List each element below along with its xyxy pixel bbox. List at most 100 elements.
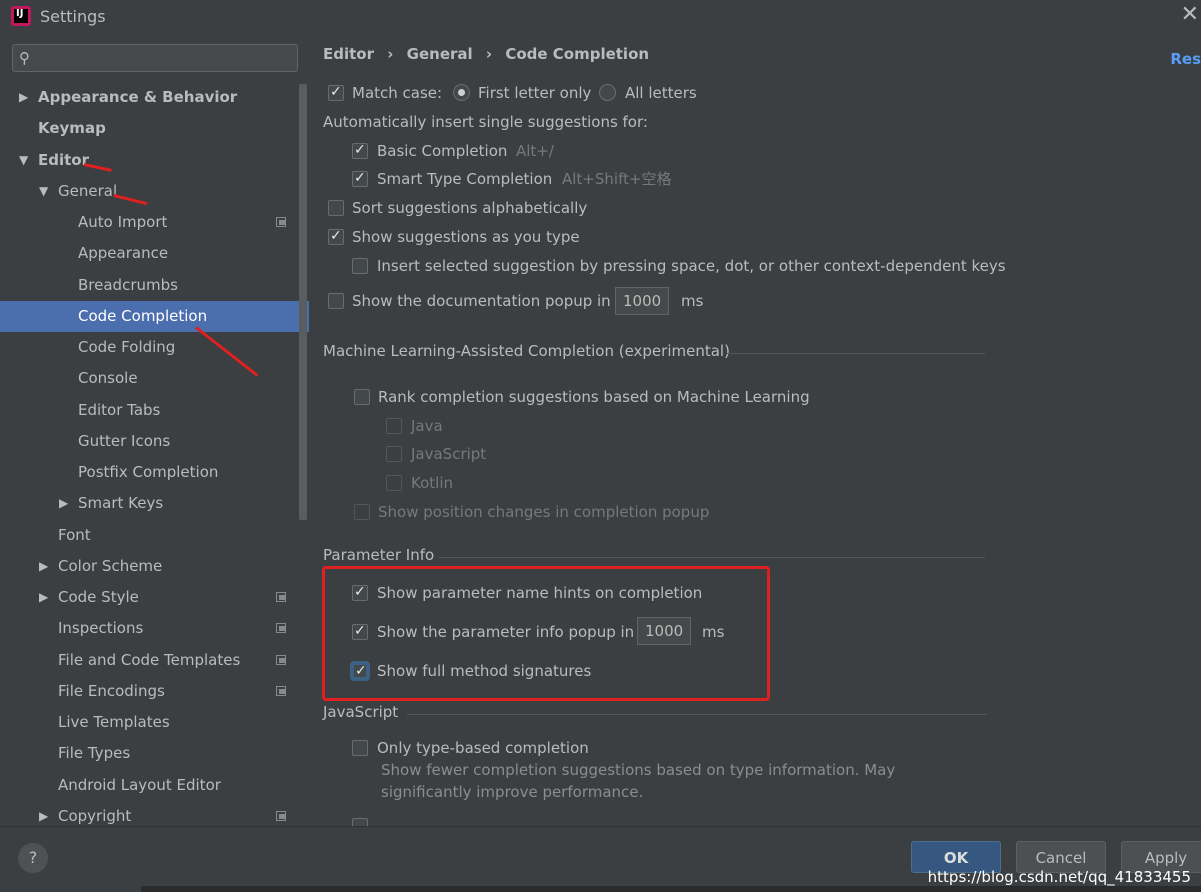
- sidebar-item-auto-import[interactable]: Auto Import: [0, 207, 309, 238]
- all-letters-label: All letters: [625, 84, 697, 102]
- project-scope-icon: [276, 655, 286, 665]
- insert-selected-label: Insert selected suggestion by pressing s…: [377, 257, 1006, 275]
- match-case-row: Match case: First letter only All letter…: [328, 81, 748, 104]
- sidebar-item-code-folding[interactable]: Code Folding: [0, 332, 309, 363]
- auto-insert-header: Automatically insert single suggestions …: [323, 113, 648, 131]
- ml-javascript-row: JavaScript: [386, 443, 586, 465]
- sort-alpha-label: Sort suggestions alphabetically: [352, 199, 588, 217]
- breadcrumb-general[interactable]: General: [407, 45, 473, 63]
- sidebar-item-inspections[interactable]: Inspections: [0, 613, 309, 644]
- dialog-footer: ? OK Cancel Apply https://blog.csdn.net/…: [0, 826, 1201, 892]
- doc-popup-checkbox[interactable]: [328, 293, 344, 309]
- shortcut-text: Alt+Shift+空格: [562, 170, 672, 188]
- expand-arrow-icon[interactable]: ▶: [59, 488, 68, 519]
- ml-kotlin-checkbox[interactable]: [386, 475, 402, 491]
- smart-type-row: Smart Type Completion Alt+Shift+空格: [352, 167, 752, 190]
- project-scope-icon: [276, 592, 286, 602]
- ml-section-title: Machine Learning-Assisted Completion (ex…: [323, 342, 730, 360]
- close-icon[interactable]: ✕: [1181, 2, 1199, 27]
- ml-rank-label: Rank completion suggestions based on Mac…: [378, 388, 810, 406]
- ml-java-label: Java: [411, 417, 443, 435]
- match-case-label: Match case:: [352, 84, 443, 102]
- doc-popup-delay-input[interactable]: 1000: [615, 287, 669, 315]
- collapse-arrow-icon[interactable]: ▼: [19, 145, 28, 176]
- basic-completion-label: Basic Completion: [377, 142, 508, 160]
- sidebar-item-console[interactable]: Console: [0, 363, 309, 394]
- sidebar-item-editor-tabs[interactable]: Editor Tabs: [0, 395, 309, 426]
- sidebar-item-live-templates[interactable]: Live Templates: [0, 707, 309, 738]
- sort-alpha-checkbox[interactable]: [328, 200, 344, 216]
- help-button[interactable]: ?: [18, 843, 48, 873]
- first-letter-label: First letter only: [478, 84, 592, 102]
- js-section-title: JavaScript: [323, 703, 399, 721]
- sidebar-item-file-code-templates[interactable]: File and Code Templates: [0, 645, 309, 676]
- ml-javascript-checkbox[interactable]: [386, 446, 402, 462]
- basic-completion-row: Basic Completion Alt+/: [352, 139, 752, 162]
- ml-rank-row: Rank completion suggestions based on Mac…: [354, 386, 834, 408]
- ml-position-checkbox[interactable]: [354, 504, 370, 520]
- sidebar-item-keymap[interactable]: Keymap: [0, 113, 309, 144]
- type-based-checkbox[interactable]: [352, 740, 368, 756]
- watermark-text: https://blog.csdn.net/qq_41833455: [927, 868, 1191, 886]
- expand-arrow-icon[interactable]: ▶: [39, 582, 48, 613]
- type-based-description-line2: significantly improve performance.: [381, 783, 644, 801]
- divider: [439, 557, 985, 558]
- ml-kotlin-row: Kotlin: [386, 472, 586, 494]
- project-scope-icon: [276, 217, 286, 227]
- match-case-checkbox[interactable]: [328, 81, 344, 103]
- sidebar-item-font[interactable]: Font: [0, 520, 309, 551]
- ml-kotlin-label: Kotlin: [411, 474, 453, 492]
- show-as-you-type-checkbox[interactable]: [328, 225, 344, 247]
- ms-label: ms: [681, 292, 704, 310]
- ml-rank-checkbox[interactable]: [354, 389, 370, 405]
- reset-link[interactable]: Res: [1170, 50, 1201, 68]
- sidebar-item-gutter-icons[interactable]: Gutter Icons: [0, 426, 309, 457]
- sidebar-item-code-completion[interactable]: Code Completion: [0, 301, 309, 332]
- intellij-logo-icon: IJ: [11, 6, 31, 26]
- sidebar-item-color-scheme[interactable]: ▶ Color Scheme: [0, 551, 309, 582]
- param-section-title: Parameter Info: [323, 546, 435, 564]
- ml-position-row: Show position changes in completion popu…: [354, 501, 774, 523]
- doc-popup-label: Show the documentation popup in: [352, 292, 611, 310]
- divider: [727, 353, 985, 354]
- sidebar-item-appearance[interactable]: Appearance: [0, 238, 309, 269]
- sidebar-item-postfix-completion[interactable]: Postfix Completion: [0, 457, 309, 488]
- show-as-you-type-label: Show suggestions as you type: [352, 228, 580, 246]
- breadcrumb-editor[interactable]: Editor: [323, 45, 374, 63]
- project-scope-icon: [276, 623, 286, 633]
- annotation-highlight-box: [322, 566, 770, 701]
- sort-alpha-row: Sort suggestions alphabetically: [328, 197, 728, 219]
- all-letters-radio[interactable]: [599, 84, 616, 101]
- project-scope-icon: [276, 811, 286, 821]
- smart-type-label: Smart Type Completion: [377, 170, 553, 188]
- sidebar-item-appearance-behavior[interactable]: ▶ Appearance & Behavior: [0, 82, 309, 113]
- breadcrumb-sep: ›: [485, 45, 493, 63]
- sidebar-item-breadcrumbs[interactable]: Breadcrumbs: [0, 270, 309, 301]
- project-scope-icon: [276, 686, 286, 696]
- breadcrumb-code-completion: Code Completion: [505, 45, 650, 63]
- insert-selected-row: Insert selected suggestion by pressing s…: [352, 255, 1012, 277]
- expand-arrow-icon[interactable]: ▶: [19, 82, 28, 113]
- sidebar-scrollbar[interactable]: [299, 84, 307, 520]
- sidebar-item-smart-keys[interactable]: ▶ Smart Keys: [0, 488, 309, 519]
- sidebar-item-file-types[interactable]: File Types: [0, 738, 309, 769]
- first-letter-radio[interactable]: [453, 84, 470, 101]
- sidebar-item-editor[interactable]: ▼ Editor: [0, 145, 309, 176]
- title-bar: IJ Settings ✕: [0, 0, 1201, 36]
- ml-java-checkbox[interactable]: [386, 418, 402, 434]
- sidebar-item-android-layout-editor[interactable]: Android Layout Editor: [0, 770, 309, 801]
- search-input[interactable]: ⚲: [12, 44, 298, 72]
- sidebar-item-code-style[interactable]: ▶ Code Style: [0, 582, 309, 613]
- insert-selected-checkbox[interactable]: [352, 258, 368, 274]
- show-as-you-type-row: Show suggestions as you type: [328, 225, 728, 248]
- breadcrumb-sep: ›: [387, 45, 394, 63]
- sidebar-item-file-encodings[interactable]: File Encodings: [0, 676, 309, 707]
- divider: [407, 714, 987, 715]
- collapse-arrow-icon[interactable]: ▼: [39, 176, 48, 207]
- smart-type-checkbox[interactable]: [352, 167, 368, 189]
- expand-arrow-icon[interactable]: ▶: [39, 551, 48, 582]
- sidebar-item-general[interactable]: ▼ General: [0, 176, 309, 207]
- ml-java-row: Java: [386, 415, 586, 437]
- basic-completion-checkbox[interactable]: [352, 139, 368, 161]
- window-title: Settings: [40, 7, 106, 26]
